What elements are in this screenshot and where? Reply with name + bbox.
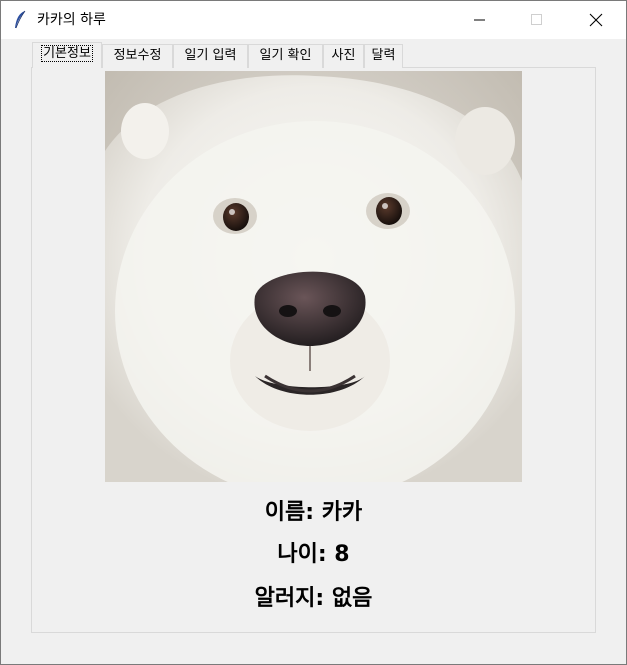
tab-label: 일기 입력 <box>184 48 237 63</box>
pet-allergy-label: 알러지: 없음 <box>254 586 373 611</box>
tab-label: 정보수정 <box>113 48 162 63</box>
minimize-icon <box>474 19 485 21</box>
tab-label: 일기 확인 <box>259 48 312 63</box>
maximize-button[interactable] <box>514 1 560 39</box>
title-bar[interactable]: 카카의 하루 <box>1 1 626 39</box>
pet-name-label: 이름: 카카 <box>264 500 363 525</box>
tab-basic-info[interactable]: 기본정보 <box>32 42 102 68</box>
tab-calendar[interactable]: 달력 <box>364 44 403 68</box>
dog-photo <box>105 71 522 482</box>
tab-label: 사진 <box>331 48 356 63</box>
feather-icon <box>15 10 26 29</box>
tab-photo[interactable]: 사진 <box>323 44 364 68</box>
pet-age-label: 나이: 8 <box>277 542 350 567</box>
tab-label: 기본정보 <box>41 45 93 62</box>
close-icon <box>589 13 603 27</box>
app-window: 카카의 하루 기본정보 정보수정 일기 입력 일기 확인 사진 달력 이름: 카… <box>0 0 627 665</box>
tab-edit-info[interactable]: 정보수정 <box>102 44 173 68</box>
minimize-button[interactable] <box>457 1 503 39</box>
tab-label: 달력 <box>371 48 396 63</box>
window-title: 카카의 하루 <box>37 12 106 28</box>
close-button[interactable] <box>573 1 619 39</box>
maximize-icon <box>531 14 542 25</box>
tab-diary-input[interactable]: 일기 입력 <box>173 44 248 68</box>
tab-diary-view[interactable]: 일기 확인 <box>248 44 323 68</box>
